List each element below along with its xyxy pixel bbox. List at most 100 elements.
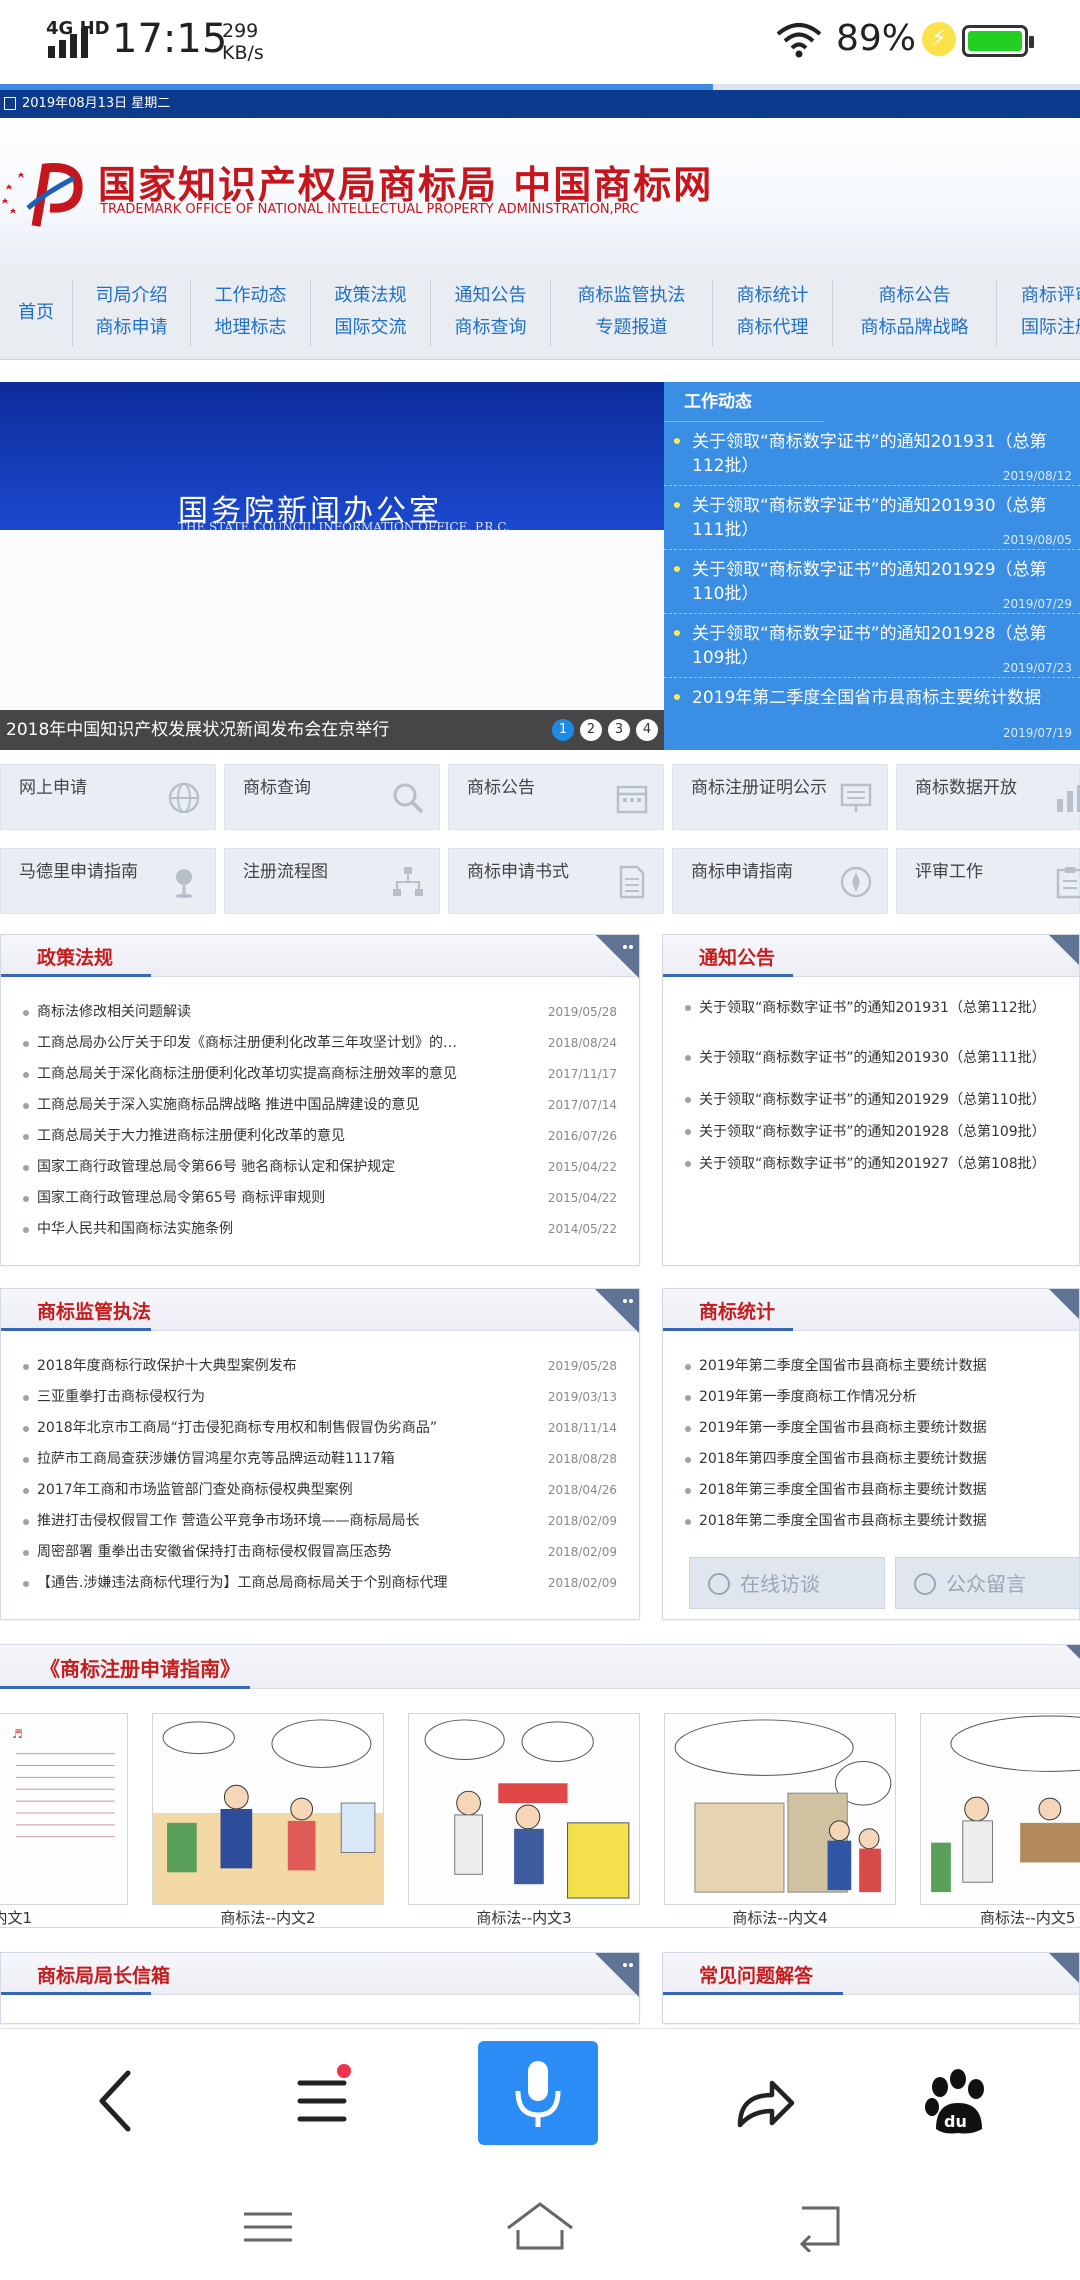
guide-caption[interactable]: --内文1 [0,1907,128,1927]
nav-home[interactable]: 首页 [0,266,72,360]
list-item[interactable]: 三亚重拳打击商标侵权行为 2019/03/13 [1,1382,639,1413]
faq-heading[interactable]: 常见问题解答 [699,1961,813,1988]
list-item[interactable]: 中华人民共和国商标法实施条例 2014/05/22 [1,1214,639,1245]
nav-link[interactable]: 商标评审 [1021,280,1080,312]
quick-registration-proof[interactable]: 商标注册证明公示 [672,764,888,830]
nav-link[interactable]: 专题报道 [551,312,712,344]
list-item[interactable]: 2018年第四季度全国省市县商标主要统计数据 [663,1444,1079,1475]
guide-heading[interactable]: 《商标注册申请指南》 [40,1653,240,1682]
list-item[interactable]: 国家工商行政管理总局令第66号 驰名商标认定和保护规定 2015/04/22 [1,1152,639,1183]
nav-link[interactable]: 地理标志 [191,312,310,344]
work-item[interactable]: 关于领取“商标数字证书”的通知201929（总第110批） 2019/07/29 [664,550,1080,614]
share-icon[interactable] [710,2051,810,2151]
list-item[interactable]: 2018年第三季度全国省市县商标主要统计数据 [663,1475,1079,1506]
nav-link[interactable]: 通知公告 [431,280,550,312]
more-corner-icon[interactable] [1049,1289,1080,1333]
list-item[interactable]: 周密部署 重拳出击安徽省保持打击商标侵权假冒高压态势 2018/02/09 [1,1537,639,1568]
quick-application-form[interactable]: 商标申请书式 [448,848,664,914]
policy-heading[interactable]: 政策法规 [37,943,113,970]
work-item[interactable]: 关于领取“商标数字证书”的通知201931（总第112批） 2019/08/12 [664,422,1080,486]
list-item[interactable]: 2018年第二季度全国省市县商标主要统计数据 [663,1506,1079,1537]
list-item[interactable]: 工商总局关于大力推进商标注册便利化改革的意见 2016/07/26 [1,1121,639,1152]
quick-trademark-search[interactable]: 商标查询 [224,764,440,830]
quick-data-open[interactable]: 商标数据开放 [896,764,1080,830]
nav-link[interactable]: 商标查询 [431,312,550,344]
more-corner-icon[interactable] [595,1953,639,1997]
public-message-button[interactable]: 公众留言 [895,1557,1079,1609]
stats-heading[interactable]: 商标统计 [699,1297,775,1324]
work-item[interactable]: 关于领取“商标数字证书”的通知201930（总第111批） 2019/08/05 [664,486,1080,550]
nav-link[interactable]: 商标品牌战略 [833,312,996,344]
guide-thumbnail[interactable] [664,1713,896,1905]
enforcement-heading[interactable]: 商标监管执法 [37,1297,151,1324]
list-item[interactable]: 2019年第一季度商标工作情况分析 [663,1382,1079,1413]
list-item[interactable]: 2019年第二季度全国省市县商标主要统计数据 [663,1351,1079,1382]
guide-caption[interactable]: 商标法--内文3 [408,1907,640,1927]
work-item[interactable]: 关于领取“商标数字证书”的通知201928（总第109批） 2019/07/23 [664,614,1080,678]
nav-link[interactable]: 商标申请 [73,312,190,344]
guide-thumbnail[interactable]: ♬ [0,1713,128,1905]
baidu-paw-icon[interactable]: du [906,2051,1006,2151]
list-item[interactable]: 商标法修改相关问题解读 2019/05/28 [1,997,639,1028]
more-corner-icon[interactable] [1049,935,1080,979]
nav-link[interactable]: 商标统计 [713,280,832,312]
nav-link[interactable]: 政策法规 [311,280,430,312]
list-item[interactable]: 关于领取“商标数字证书”的通知201931（总第112批） [663,999,1079,1017]
list-item[interactable]: 2018年度商标行政保护十大典型案例发布 2019/05/28 [1,1351,639,1382]
guide-thumbnail[interactable] [920,1713,1080,1905]
list-item[interactable]: 国家工商行政管理总局令第65号 商标评审规则 2015/04/22 [1,1183,639,1214]
list-item[interactable]: 2019年第一季度全国省市县商标主要统计数据 [663,1413,1079,1444]
nav-link[interactable]: 国际交流 [311,312,430,344]
list-item[interactable]: 关于领取“商标数字证书”的通知201928（总第109批） [663,1123,1079,1141]
recent-apps-icon[interactable] [238,2202,298,2252]
guide-caption[interactable]: 商标法--内文2 [152,1907,384,1927]
nav-link[interactable]: 司局介绍 [73,280,190,312]
mailbox-heading[interactable]: 商标局局长信箱 [37,1961,170,1988]
news-carousel[interactable]: 国务院新闻办公室 THE STATE COUNCIL INFORMATION O… [0,382,664,750]
nav-link[interactable]: 工作动态 [191,280,310,312]
carousel-dot[interactable]: 4 [636,719,658,741]
quick-registration-flow[interactable]: 注册流程图 [224,848,440,914]
quick-madrid-guide[interactable]: 马德里申请指南 [0,848,216,914]
quick-application-guide[interactable]: 商标申请指南 [672,848,888,914]
more-corner-icon[interactable] [1036,1645,1080,1689]
work-item[interactable]: 2019年第二季度全国省市县商标主要统计数据 2019/07/19 [664,678,1080,742]
carousel-dot[interactable]: 1 [552,719,574,741]
list-item[interactable]: 工商总局办公厅关于印发《商标注册便利化改革三年攻坚计划》的通知 2018/08/2… [1,1028,639,1059]
work-heading[interactable]: 工作动态 [664,382,824,422]
notice-heading[interactable]: 通知公告 [699,943,775,970]
more-corner-icon[interactable] [595,1289,639,1333]
menu-icon[interactable] [272,2051,372,2151]
nav-link[interactable]: 商标监管执法 [551,280,712,312]
back-icon[interactable] [68,2051,168,2151]
back-nav-icon[interactable] [790,2200,850,2252]
voice-search-button[interactable] [478,2041,598,2145]
trademark-office-logo[interactable] [0,148,96,244]
list-item[interactable]: 关于领取“商标数字证书”的通知201930（总第111批） [663,1049,1079,1067]
guide-thumbnail[interactable] [408,1713,640,1905]
list-item[interactable]: 2017年工商和市场监管部门查处商标侵权典型案例 2018/04/26 [1,1475,639,1506]
carousel-dot[interactable]: 3 [608,719,630,741]
carousel-dot[interactable]: 2 [580,719,602,741]
nav-link[interactable]: 商标公告 [833,280,996,312]
list-item[interactable]: 【通告.涉嫌违法商标代理行为】工商总局商标局关于个别商标代理 2018/02/09 [1,1568,639,1599]
more-corner-icon[interactable] [595,935,639,979]
guide-thumbnail[interactable] [152,1713,384,1905]
list-item[interactable]: 推进打击侵权假冒工作 营造公平竞争市场环境——商标局局长 2018/02/09 [1,1506,639,1537]
quick-review-work[interactable]: 评审工作 [896,848,1080,914]
list-item[interactable]: 关于领取“商标数字证书”的通知201929（总第110批） [663,1091,1079,1109]
nav-link[interactable]: 国际注册 [1021,312,1080,344]
guide-caption[interactable]: 商标法--内文5 [920,1907,1080,1927]
list-item[interactable]: 拉萨市工商局查获涉嫌仿冒鸿星尔克等品牌运动鞋1117箱 2018/08/28 [1,1444,639,1475]
list-item[interactable]: 关于领取“商标数字证书”的通知201927（总第108批） [663,1155,1079,1173]
list-item[interactable]: 2018年北京市工商局“打击侵犯商标专用权和制售假冒伪劣商品” 2018/11/1… [1,1413,639,1444]
list-item[interactable]: 工商总局关于深入实施商标品牌战略 推进中国品牌建设的意见 2017/07/14 [1,1090,639,1121]
guide-caption[interactable]: 商标法--内文4 [664,1907,896,1927]
quick-trademark-notice[interactable]: 商标公告 [448,764,664,830]
list-item[interactable]: 工商总局关于深化商标注册便利化改革切实提高商标注册效率的意见 2017/11/17 [1,1059,639,1090]
online-interview-button[interactable]: 在线访谈 [689,1557,885,1609]
home-icon[interactable] [504,2198,576,2254]
quick-online-apply[interactable]: 网上申请 [0,764,216,830]
more-corner-icon[interactable] [1049,1953,1080,1997]
nav-link[interactable]: 商标代理 [713,312,832,344]
